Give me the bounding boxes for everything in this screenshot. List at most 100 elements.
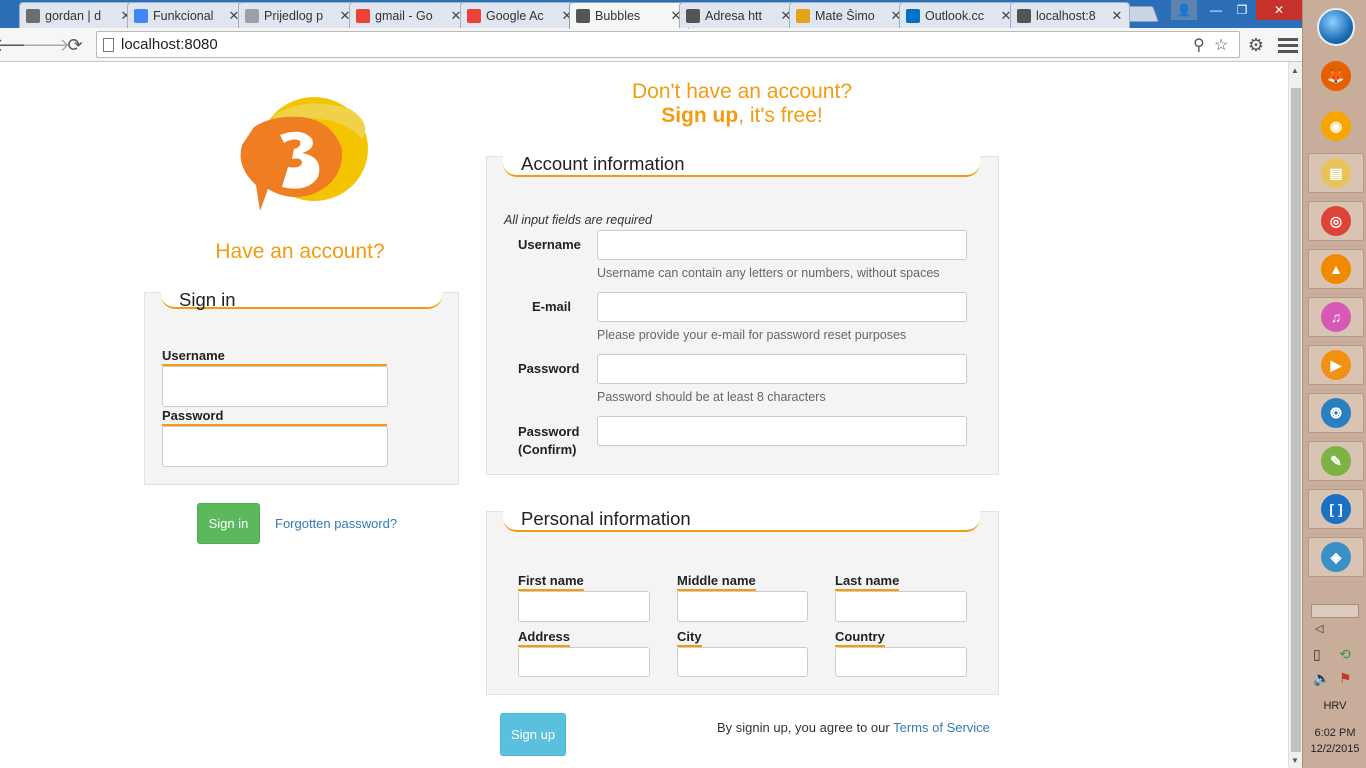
signup-confirm-password-input[interactable]: [597, 416, 967, 446]
browser-tab[interactable]: Google Ac ✕: [460, 2, 580, 28]
forward-button[interactable]: 🡒: [22, 33, 70, 57]
browser-tab[interactable]: Bubbles ✕: [569, 2, 689, 29]
taskbar-app-button[interactable]: ▤: [1308, 153, 1364, 193]
bubbles-icon: [1017, 8, 1031, 23]
account-panel-title: Account information: [503, 153, 980, 177]
page-icon: [103, 38, 114, 52]
profile-button[interactable]: 👤: [1171, 0, 1197, 20]
windows-taskbar: ◁ ▯ ⟲ 🔈 ⚑ HRV 6:02 PM 12/2/2015 🦊 ◉ ▤ ◎ ▲ ♫ ▶ ❂…: [1302, 0, 1366, 768]
last-name-label: Last name: [835, 573, 900, 591]
taskbar-app-button[interactable]: 🦊: [1308, 56, 1364, 96]
taskbar-app-button[interactable]: ♫: [1308, 297, 1364, 337]
docs-icon: [134, 8, 148, 23]
browser-tab[interactable]: Funkcional ✕: [127, 2, 247, 28]
taskbar-app-button[interactable]: ✎: [1308, 441, 1364, 481]
address-label: Address: [518, 629, 571, 647]
mail-icon: [796, 8, 810, 23]
signin-panel: Sign in Username Password: [144, 289, 459, 485]
signup-password-label: Password: [518, 361, 580, 376]
reload-button[interactable]: ⟳: [63, 33, 87, 57]
mysql-installer-icon: ◈: [1321, 542, 1351, 572]
input-language-indicator[interactable]: HRV: [1303, 700, 1366, 712]
taskbar-app-button[interactable]: ◉: [1308, 106, 1364, 146]
signup-button[interactable]: Sign up: [500, 713, 566, 756]
browser-tab-title: Outlook.cc: [925, 8, 985, 23]
url-text: localhost:8080: [121, 36, 218, 53]
bubbles-icon: [686, 8, 700, 23]
account-information-panel: Account information All input fields are…: [486, 153, 999, 475]
taskbar-app-button[interactable]: ▲: [1308, 249, 1364, 289]
signin-button[interactable]: Sign in: [197, 503, 260, 544]
country-input[interactable]: [835, 647, 967, 677]
clock-date[interactable]: 12/2/2015: [1303, 743, 1366, 755]
browser-tab[interactable]: localhost:8 ✕: [1010, 2, 1130, 28]
email-help-text: Please provide your e-mail for password …: [597, 328, 907, 342]
minimize-button[interactable]: —: [1203, 0, 1229, 20]
page-scrollbar[interactable]: ▲ ▼: [1288, 62, 1302, 768]
signup-heading-line2: Sign up, it's free!: [661, 104, 823, 127]
password-help-text: Password should be at least 8 characters: [597, 390, 826, 404]
notepad-plus-icon: ✎: [1321, 446, 1351, 476]
chrome-menu-button[interactable]: [1278, 34, 1298, 56]
signin-username-input[interactable]: [162, 366, 388, 407]
action-center-flag-icon[interactable]: ⚑: [1339, 670, 1352, 687]
browser-tab[interactable]: Prijedlog p ✕: [238, 2, 358, 28]
taskbar-app-button[interactable]: ❂: [1308, 393, 1364, 433]
browser-tab[interactable]: Outlook.cc ✕: [899, 2, 1019, 28]
browser-toolbar: 🡐 🡒 ⟳ localhost:8080 ⚲ ☆ ⚙: [0, 28, 1302, 62]
address-bar[interactable]: localhost:8080 ⚲ ☆: [96, 31, 1240, 58]
city-input[interactable]: [677, 647, 808, 677]
taskbar-app-button[interactable]: ◎: [1308, 201, 1364, 241]
show-hidden-icons-chevron-icon[interactable]: ◁: [1315, 622, 1323, 635]
volume-icon[interactable]: 🔈: [1313, 670, 1330, 687]
vlc-like-icon: ◉: [1321, 111, 1351, 141]
browser-tab[interactable]: gordan | d ✕: [19, 2, 139, 28]
clock-time[interactable]: 6:02 PM: [1303, 727, 1366, 739]
network-icon[interactable]: ▯: [1313, 646, 1321, 663]
browser-tab[interactable]: Mate Šimo ✕: [789, 2, 909, 28]
signin-password-input[interactable]: [162, 426, 388, 467]
browser-tab[interactable]: Adresa htt ✕: [679, 2, 799, 28]
tab-close-icon[interactable]: ✕: [1111, 8, 1123, 24]
extension-icon[interactable]: ⚙: [1244, 33, 1268, 57]
taskbar-app-button[interactable]: [ ]: [1308, 489, 1364, 529]
middle-name-label: Middle name: [677, 573, 756, 591]
browser-tab-title: localhost:8: [1036, 8, 1096, 23]
taskbar-app-button[interactable]: ◈: [1308, 537, 1364, 577]
brackets-icon: [ ]: [1321, 494, 1351, 524]
tray-scroll-box[interactable]: [1311, 604, 1359, 618]
terms-text: By signin up, you agree to our Terms of …: [717, 720, 990, 735]
signup-heading: Don't have an account? Sign up, it's fre…: [500, 80, 984, 128]
window-close-button[interactable]: ✕: [1256, 0, 1302, 20]
scroll-down-arrow-icon[interactable]: ▼: [1291, 756, 1299, 765]
signup-confirm-password-label: Password (Confirm): [518, 424, 580, 457]
google-icon: [467, 8, 481, 23]
signup-username-input[interactable]: [597, 230, 967, 260]
signup-email-input[interactable]: [597, 292, 967, 322]
scrollbar-thumb[interactable]: [1291, 88, 1301, 752]
file-explorer-icon: ▤: [1321, 158, 1351, 188]
first-name-input[interactable]: [518, 591, 650, 622]
zoom-icon[interactable]: ⚲: [1193, 35, 1205, 55]
signin-panel-title: Sign in: [161, 289, 442, 310]
hash-icon: [26, 8, 40, 23]
scroll-up-arrow-icon[interactable]: ▲: [1291, 66, 1299, 75]
address-input[interactable]: [518, 647, 650, 677]
browser-tab-title: Google Ac: [486, 8, 544, 23]
browser-tab-title: Prijedlog p: [264, 8, 324, 23]
vlc-icon: ▲: [1321, 254, 1351, 284]
maximize-button[interactable]: ❐: [1229, 0, 1255, 20]
sync-icon[interactable]: ⟲: [1339, 646, 1351, 663]
browser-tab[interactable]: gmail - Go ✕: [349, 2, 469, 28]
forgotten-password-link[interactable]: Forgotten password?: [275, 516, 397, 531]
last-name-input[interactable]: [835, 591, 967, 622]
browser-tab-title: Bubbles: [595, 9, 641, 23]
taskbar-app-button[interactable]: ▶: [1308, 345, 1364, 385]
username-help-text: Username can contain any letters or numb…: [597, 266, 940, 280]
browser-tab-title: Mate Šimo: [815, 8, 875, 23]
bookmark-star-icon[interactable]: ☆: [1214, 35, 1228, 55]
start-button[interactable]: [1317, 8, 1355, 46]
middle-name-input[interactable]: [677, 591, 808, 622]
terms-of-service-link[interactable]: Terms of Service: [893, 720, 990, 735]
signup-password-input[interactable]: [597, 354, 967, 384]
